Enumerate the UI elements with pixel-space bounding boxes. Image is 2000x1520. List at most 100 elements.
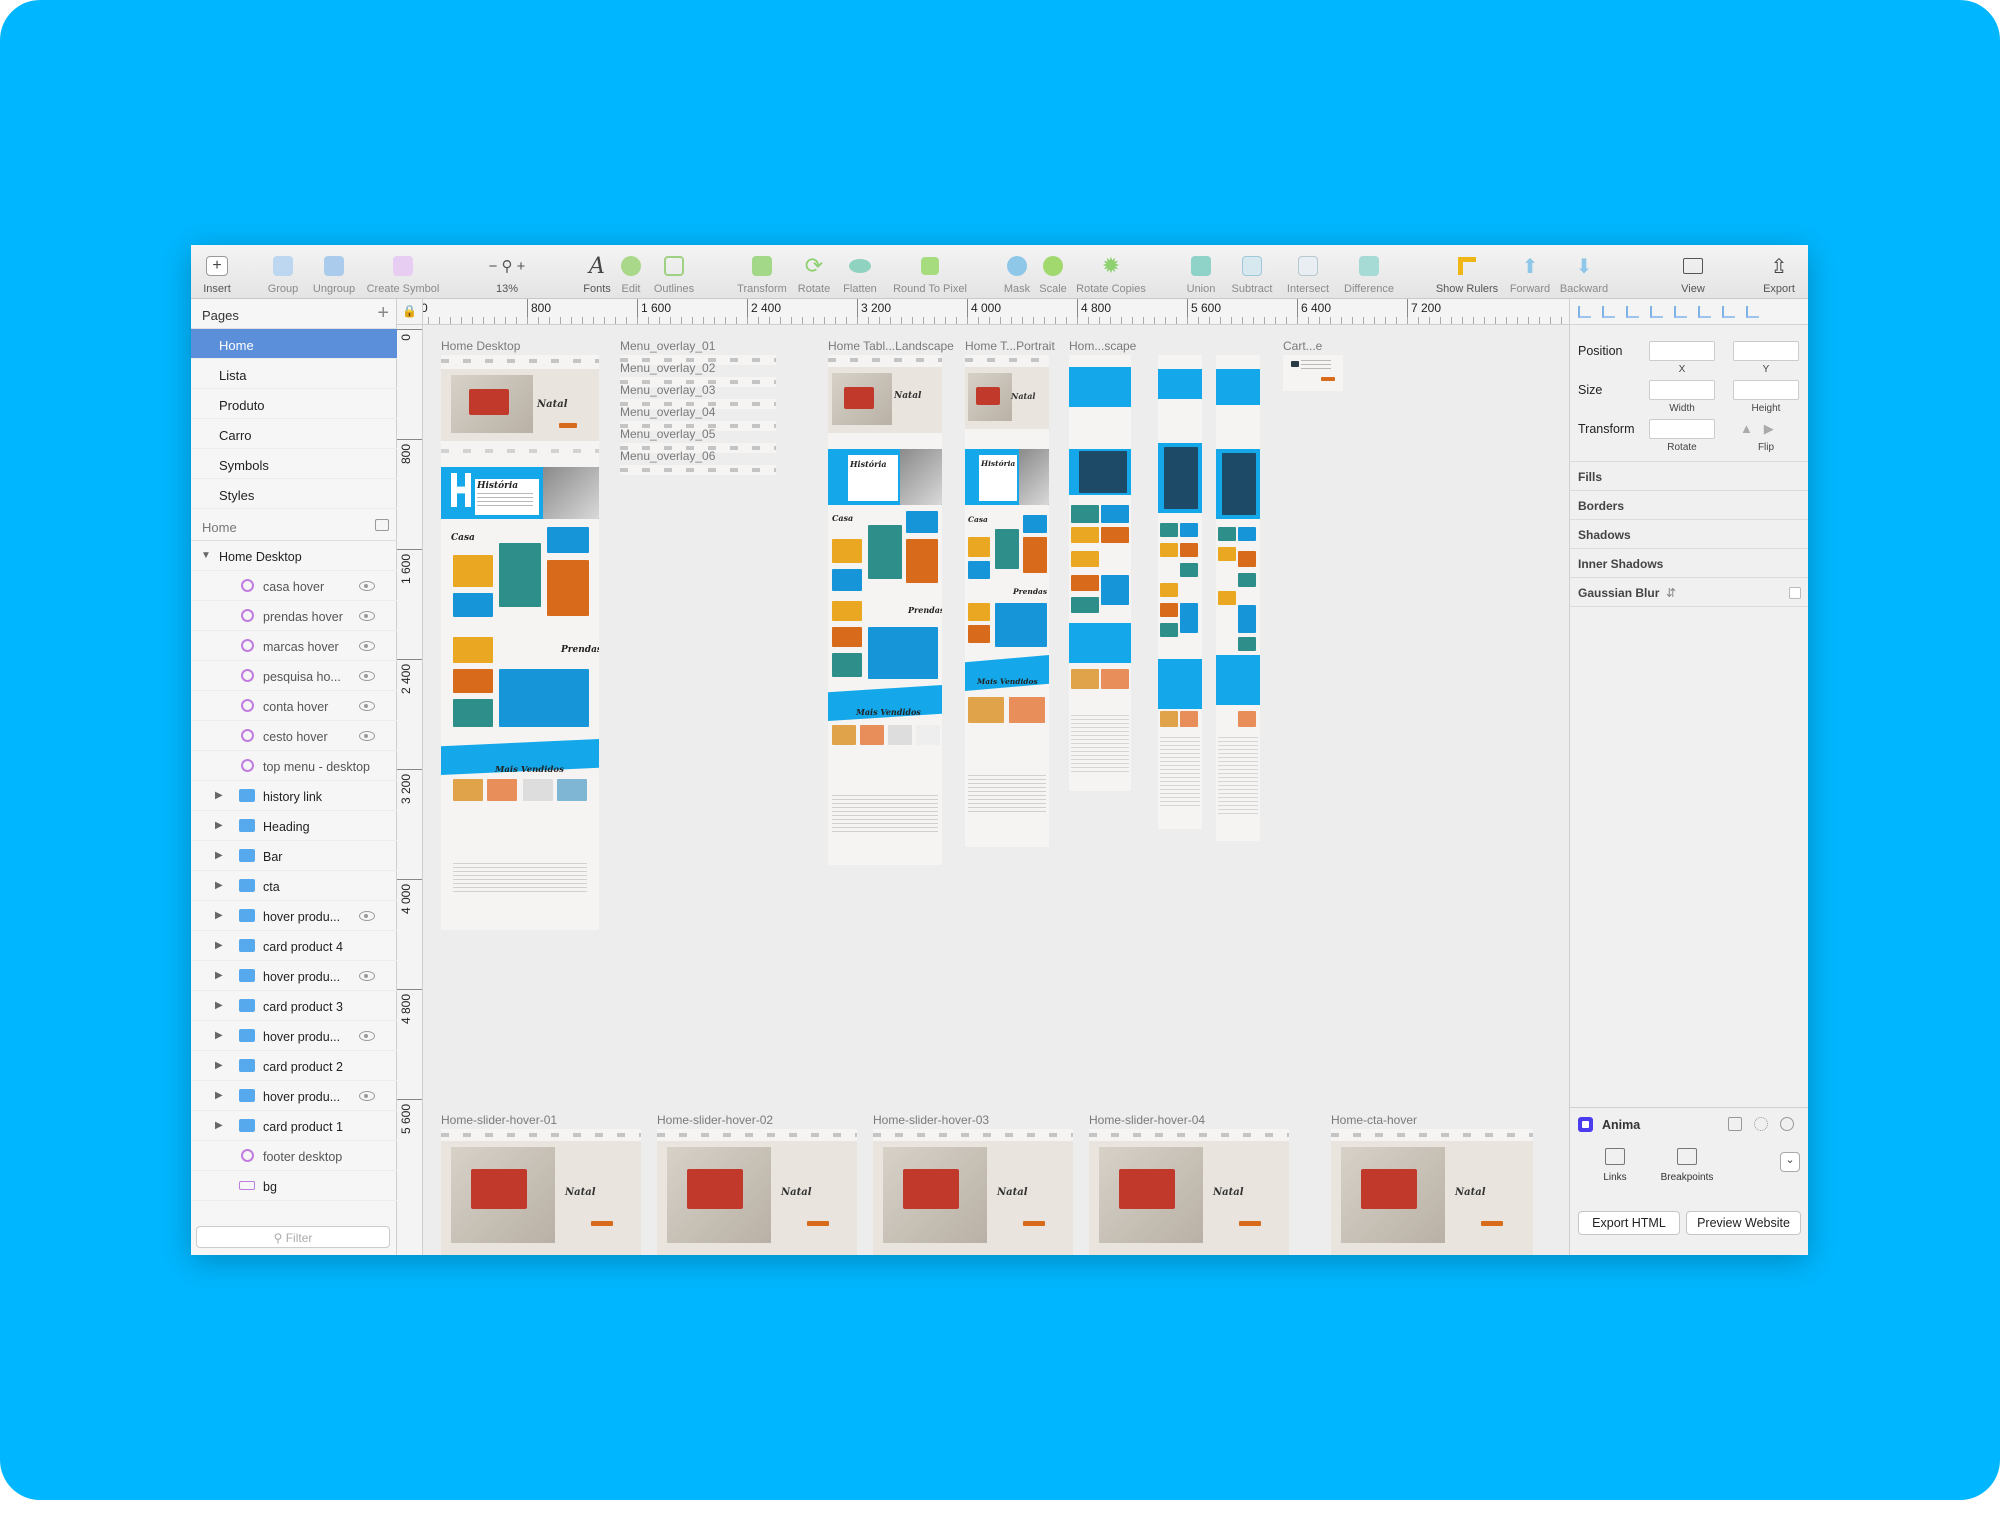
artboard-label-slider-hover-02[interactable]: Home-slider-hover-02	[657, 1113, 773, 1127]
canvas[interactable]: Home Desktop Natal História Casa Prendas	[423, 325, 1760, 1255]
borders-section[interactable]: Borders	[1570, 490, 1808, 519]
anima-panel-toggle-icon[interactable]	[1728, 1117, 1742, 1131]
union-button[interactable]: Union	[1183, 245, 1219, 299]
links-button[interactable]: Links	[1580, 1172, 1650, 1183]
artboard-label-mobile-landscape[interactable]: Hom...scape	[1069, 339, 1136, 353]
layer-row[interactable]: ▶ Heading	[191, 811, 397, 841]
disclosure-open-icon[interactable]: ▼	[201, 550, 211, 561]
layer-row[interactable]: top menu - desktop	[191, 751, 397, 781]
disclosure-closed-icon[interactable]: ▶	[215, 1030, 223, 1041]
visibility-eye-icon[interactable]	[359, 611, 375, 621]
distribute-horizontal-icon[interactable]	[1578, 305, 1591, 318]
artboard-label-menu-overlay-02[interactable]: Menu_overlay_02	[620, 361, 715, 375]
scale-button[interactable]: Scale	[1037, 245, 1069, 299]
visibility-eye-icon[interactable]	[359, 701, 375, 711]
horizontal-ruler[interactable]: 0 800 1 600 2 400 3 200 4 000 4 800 5 600 6 400 7…	[397, 299, 1760, 325]
y-field[interactable]	[1733, 341, 1799, 361]
artboard-mobile-landscape[interactable]	[1069, 355, 1131, 791]
artboard-label-cta-hover[interactable]: Home-cta-hover	[1331, 1113, 1417, 1127]
artboard-label-tablet-landscape[interactable]: Home Tabl...Landscape	[828, 339, 954, 353]
disclosure-closed-icon[interactable]: ▶	[215, 790, 223, 801]
create-symbol-button[interactable]: Create Symbol	[363, 245, 443, 299]
rotate-field[interactable]	[1649, 419, 1715, 439]
artboard-tablet-portrait[interactable]: Natal História Casa Prendas Mais Vendido…	[965, 355, 1049, 847]
gaussian-blur-section[interactable]: Gaussian Blur ⇵	[1570, 577, 1808, 606]
anima-help-icon[interactable]	[1780, 1117, 1794, 1131]
breakpoints-button[interactable]: Breakpoints	[1652, 1172, 1722, 1183]
artboard-menu-overlay-06[interactable]	[620, 465, 776, 475]
disclosure-closed-icon[interactable]: ▶	[215, 1090, 223, 1101]
visibility-eye-icon[interactable]	[359, 911, 375, 921]
transform-button[interactable]: Transform	[734, 245, 790, 299]
disclosure-closed-icon[interactable]: ▶	[215, 1060, 223, 1071]
page-item-home[interactable]: Home	[191, 329, 397, 359]
artboard-label-menu-overlay-01[interactable]: Menu_overlay_01	[620, 339, 715, 353]
layer-row[interactable]: conta hover	[191, 691, 397, 721]
artboard-slider-hover-04[interactable]: Natal	[1089, 1129, 1289, 1255]
insert-button[interactable]: + Insert	[197, 245, 237, 299]
artboard-cta-hover[interactable]: Natal	[1331, 1129, 1533, 1255]
breakpoints-icon[interactable]	[1677, 1148, 1697, 1165]
layer-row[interactable]: ▶ hover produ...	[191, 1021, 397, 1051]
layer-artboard[interactable]: ▼ Home Desktop	[191, 541, 397, 571]
anima-settings-gear-icon[interactable]	[1754, 1117, 1768, 1131]
collapse-icon[interactable]	[375, 519, 389, 531]
page-item-lista[interactable]: Lista	[191, 359, 397, 389]
disclosure-closed-icon[interactable]: ▶	[215, 1120, 223, 1131]
layer-row[interactable]: ▶ card product 1	[191, 1111, 397, 1141]
visibility-eye-icon[interactable]	[359, 1091, 375, 1101]
rotate-button[interactable]: ⟳ Rotate	[794, 245, 834, 299]
layer-row[interactable]: ▶ cta	[191, 871, 397, 901]
layer-row[interactable]: marcas hover	[191, 631, 397, 661]
artboard-label-slider-hover-03[interactable]: Home-slider-hover-03	[873, 1113, 989, 1127]
forward-button[interactable]: ⬆ Forward	[1507, 245, 1553, 299]
disclosure-closed-icon[interactable]: ▶	[215, 880, 223, 891]
fills-section[interactable]: Fills	[1570, 461, 1808, 490]
artboard-home-desktop[interactable]: Natal História Casa Prendas Mais Vendido…	[441, 355, 599, 930]
layer-row[interactable]: cesto hover	[191, 721, 397, 751]
mask-button[interactable]: Mask	[1001, 245, 1033, 299]
layer-row[interactable]: ▶ card product 2	[191, 1051, 397, 1081]
export-button[interactable]: ⇫ Export	[1759, 245, 1799, 299]
intersect-button[interactable]: Intersect	[1283, 245, 1333, 299]
disclosure-closed-icon[interactable]: ▶	[215, 910, 223, 921]
add-page-icon[interactable]: +	[377, 302, 389, 325]
artboard-label-menu-overlay-04[interactable]: Menu_overlay_04	[620, 405, 715, 419]
difference-button[interactable]: Difference	[1341, 245, 1397, 299]
flatten-button[interactable]: Flatten	[839, 245, 881, 299]
layer-row[interactable]: ▶ hover produ...	[191, 1081, 397, 1111]
show-rulers-button[interactable]: Show Rulers	[1433, 245, 1501, 299]
layer-row[interactable]: casa hover	[191, 571, 397, 601]
artboard-cart[interactable]	[1283, 355, 1343, 391]
layer-row[interactable]: ▶ Bar	[191, 841, 397, 871]
lock-icon[interactable]: 🔒	[397, 299, 423, 325]
artboard-slider-hover-01[interactable]: Natal	[441, 1129, 641, 1255]
visibility-eye-icon[interactable]	[359, 671, 375, 681]
subtract-button[interactable]: Subtract	[1227, 245, 1277, 299]
disclosure-closed-icon[interactable]: ▶	[215, 940, 223, 951]
align-bottom-icon[interactable]	[1746, 305, 1759, 318]
width-field[interactable]	[1649, 380, 1715, 400]
artboard-label-cart[interactable]: Cart...e	[1283, 339, 1322, 353]
artboard-label-slider-hover-04[interactable]: Home-slider-hover-04	[1089, 1113, 1205, 1127]
artboard-label-home-desktop[interactable]: Home Desktop	[441, 339, 520, 353]
artboard-label-menu-overlay-06[interactable]: Menu_overlay_06	[620, 449, 715, 463]
layer-row[interactable]: ▶ card product 3	[191, 991, 397, 1021]
links-icon[interactable]	[1605, 1148, 1625, 1165]
page-item-carro[interactable]: Carro	[191, 419, 397, 449]
edit-button[interactable]: Edit	[616, 245, 646, 299]
artboard-mobile-portrait-1[interactable]	[1158, 355, 1202, 829]
page-item-symbols[interactable]: Symbols	[191, 449, 397, 479]
artboard-slider-hover-02[interactable]: Natal	[657, 1129, 857, 1255]
layer-filter-input[interactable]: ⚲ Filter	[196, 1226, 390, 1248]
backward-button[interactable]: ⬇ Backward	[1557, 245, 1611, 299]
round-to-pixel-button[interactable]: Round To Pixel	[889, 245, 971, 299]
page-item-styles[interactable]: Styles	[191, 479, 397, 509]
disclosure-closed-icon[interactable]: ▶	[215, 970, 223, 981]
layer-row[interactable]: pesquisa ho...	[191, 661, 397, 691]
zoom-control[interactable]: − ⚲ + 13%	[477, 245, 537, 299]
visibility-eye-icon[interactable]	[359, 581, 375, 591]
disclosure-closed-icon[interactable]: ▶	[215, 1000, 223, 1011]
visibility-eye-icon[interactable]	[359, 971, 375, 981]
artboard-label-tablet-portrait[interactable]: Home T...Portrait	[965, 339, 1055, 353]
